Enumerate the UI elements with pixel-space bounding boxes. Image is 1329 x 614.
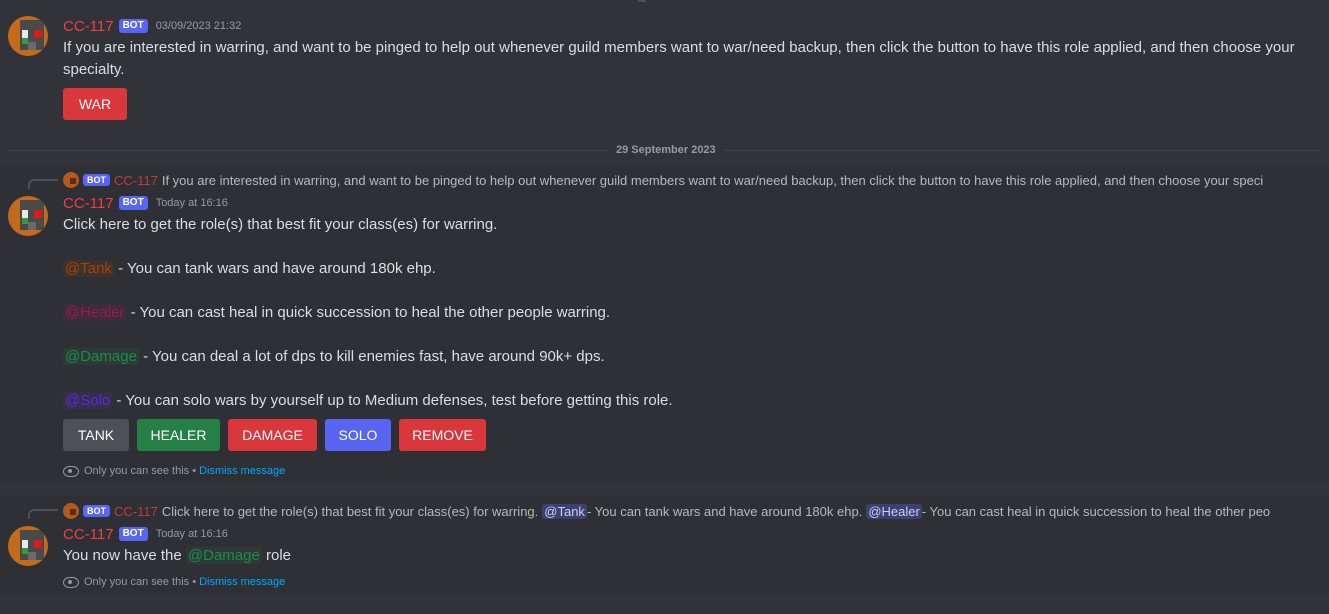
reply-text: Click here to get the role(s) that best … — [161, 503, 539, 519]
eye-icon — [63, 466, 79, 477]
bot-tag: BOT — [118, 19, 148, 33]
role-line-healer: @Healer - You can cast heal in quick suc… — [63, 302, 1303, 324]
damage-button[interactable]: DAMAGE — [228, 419, 317, 451]
message-text-before: You now have the — [63, 547, 182, 564]
reply-text: - You can tank wars and have around 180k… — [586, 503, 863, 519]
reply-preview[interactable]: BOT CC-117 Click here to get the role(s)… — [63, 501, 1296, 521]
message-text: If you are interested in warring, and wa… — [63, 39, 1295, 78]
healer-button[interactable]: HEALER — [137, 419, 220, 451]
date-divider-label: 29 September 2023 — [608, 144, 724, 157]
reply-bot-tag: BOT — [83, 505, 110, 517]
message-text: Click here to get the role(s) that best … — [63, 214, 1303, 412]
reply-bot-tag: BOT — [83, 174, 110, 186]
message-1: CC-117 BOT 03/09/2023 21:32 If you are i… — [0, 0, 1329, 130]
role-line-tank: @Tank - You can tank wars and have aroun… — [63, 258, 1303, 280]
reply-preview[interactable]: BOT CC-117 If you are interested in warr… — [63, 170, 1296, 190]
tank-mention[interactable]: @Tank — [542, 503, 587, 519]
bot-tag: BOT — [118, 527, 148, 541]
message-2: BOT CC-117 If you are interested in warr… — [0, 166, 1329, 482]
timestamp[interactable]: Today at 16:16 — [156, 197, 228, 209]
eye-icon — [63, 577, 79, 588]
solo-mention[interactable]: @Solo — [63, 392, 113, 409]
message-text-after: role — [266, 547, 292, 564]
reply-text: - You can cast heal in quick succession … — [921, 503, 1271, 519]
dismiss-message-link[interactable]: Dismiss message — [199, 576, 285, 588]
role-line-solo: @Solo - You can solo wars by yourself up… — [63, 390, 1303, 412]
role-desc: - You can solo wars by yourself up to Me… — [112, 392, 673, 409]
tank-mention[interactable]: @Tank — [63, 260, 114, 277]
tank-button[interactable]: TANK — [63, 419, 129, 451]
reply-spine — [28, 509, 58, 519]
damage-mention[interactable]: @Damage — [63, 348, 139, 365]
damage-mention[interactable]: @Damage — [185, 547, 262, 564]
reply-text: If you are interested in warring, and wa… — [161, 172, 1264, 188]
timestamp[interactable]: Today at 16:16 — [156, 528, 228, 540]
reply-username[interactable]: CC-117 — [114, 504, 158, 519]
reply-spine — [28, 179, 58, 189]
username[interactable]: CC-117 — [63, 526, 114, 543]
message-text: You now have the @Damage role — [63, 545, 291, 567]
reply-avatar — [63, 503, 79, 519]
solo-button[interactable]: SOLO — [325, 419, 391, 451]
avatar[interactable] — [8, 16, 48, 56]
avatar[interactable] — [8, 196, 48, 236]
role-desc: - You can tank wars and have around 180k… — [113, 260, 436, 277]
timestamp[interactable]: 03/09/2023 21:32 — [156, 20, 242, 32]
role-line-damage: @Damage - You can deal a lot of dps to k… — [63, 346, 1303, 368]
remove-button[interactable]: REMOVE — [399, 419, 486, 451]
ephemeral-note-text: Only you can see this • — [84, 576, 197, 588]
reply-username[interactable]: CC-117 — [114, 173, 158, 188]
intro-text: Click here to get the role(s) that best … — [63, 216, 498, 233]
role-desc: - You can deal a lot of dps to kill enem… — [138, 348, 605, 365]
ephemeral-note-text: Only you can see this • — [84, 465, 197, 477]
ephemeral-note: Only you can see this • Dismiss message — [63, 464, 285, 478]
role-desc: - You can cast heal in quick succession … — [126, 304, 611, 321]
dismiss-message-link[interactable]: Dismiss message — [199, 465, 285, 477]
username[interactable]: CC-117 — [63, 195, 114, 212]
ephemeral-note: Only you can see this • Dismiss message — [63, 575, 285, 589]
healer-mention[interactable]: @Healer — [866, 503, 922, 519]
message-3: BOT CC-117 Click here to get the role(s)… — [0, 496, 1329, 594]
username[interactable]: CC-117 — [63, 18, 114, 35]
avatar[interactable] — [8, 526, 48, 566]
bot-tag: BOT — [118, 196, 148, 210]
healer-mention[interactable]: @Healer — [63, 304, 127, 321]
war-button[interactable]: WAR — [63, 88, 127, 120]
reply-avatar — [63, 172, 79, 188]
